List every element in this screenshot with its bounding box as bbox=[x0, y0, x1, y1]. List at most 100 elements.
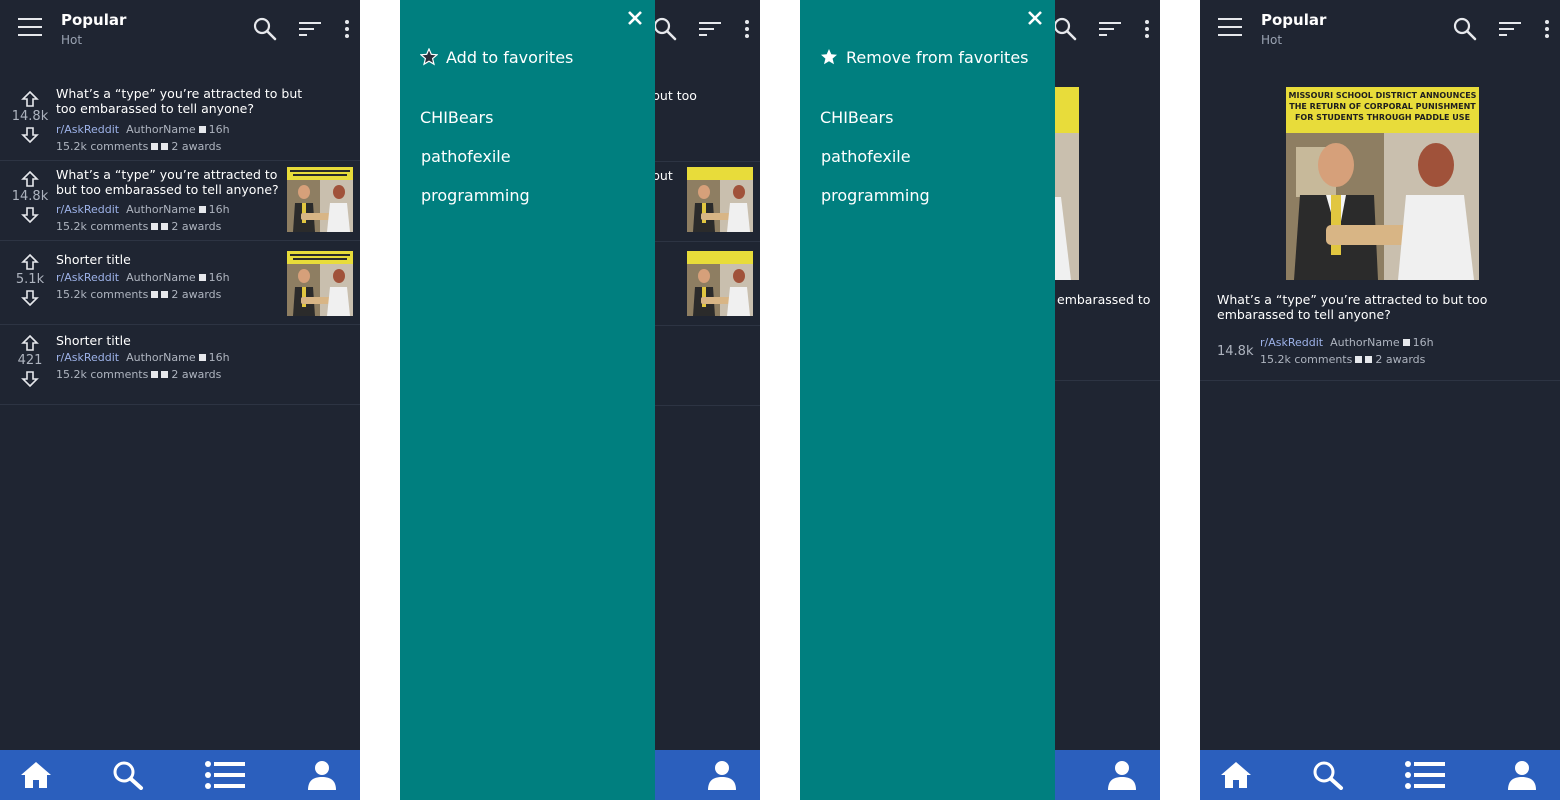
comment-count[interactable]: 15.2k comments bbox=[56, 288, 148, 301]
search-icon[interactable] bbox=[1312, 760, 1344, 790]
post-age: 16h bbox=[208, 203, 230, 216]
hamburger-menu-icon[interactable] bbox=[18, 18, 42, 38]
hamburger-menu-icon[interactable] bbox=[1218, 18, 1242, 38]
search-icon[interactable] bbox=[652, 16, 678, 42]
post-meta: r/AskReddit AuthorName 16h bbox=[56, 123, 230, 136]
post-title[interactable]: What’s a “type” you’re attracted to but … bbox=[1217, 292, 1552, 322]
author-name[interactable]: AuthorName bbox=[1330, 336, 1400, 349]
post-thumbnail[interactable] bbox=[287, 167, 353, 232]
post-stats: 15.2k comments 2 awards bbox=[56, 288, 221, 301]
downvote-icon[interactable] bbox=[21, 206, 39, 224]
post-item[interactable]: 5.1k Shorter title r/AskReddit AuthorNam… bbox=[0, 241, 360, 325]
more-options-icon[interactable] bbox=[1140, 16, 1154, 42]
subreddit-link[interactable]: r/AskReddit bbox=[1260, 336, 1323, 349]
divider bbox=[1200, 380, 1560, 381]
more-options-icon[interactable] bbox=[740, 16, 754, 42]
remove-from-favorites-button[interactable]: Remove from favorites bbox=[820, 48, 1029, 67]
post-score: 5.1k bbox=[15, 272, 45, 287]
drawer-remove-screen: embarassed to Remove from favorites CHIB… bbox=[800, 0, 1160, 800]
search-icon[interactable] bbox=[1052, 16, 1078, 42]
sort-icon[interactable] bbox=[297, 16, 323, 42]
award-count: 2 awards bbox=[171, 288, 222, 301]
list-icon[interactable] bbox=[1404, 760, 1446, 790]
comment-count[interactable]: 15.2k comments bbox=[56, 140, 148, 153]
post-title-fragment: but too bbox=[652, 88, 697, 103]
home-icon[interactable] bbox=[20, 760, 52, 790]
profile-icon[interactable] bbox=[1106, 760, 1138, 790]
comment-count[interactable]: 15.2k comments bbox=[56, 368, 148, 381]
search-icon[interactable] bbox=[1452, 16, 1478, 42]
post-meta: r/AskReddit AuthorName 16h bbox=[56, 271, 230, 284]
vote-control: 5.1k bbox=[8, 253, 52, 307]
drawer-item-chibears[interactable]: CHIBears bbox=[420, 108, 493, 127]
downvote-icon[interactable] bbox=[21, 370, 39, 388]
post-title-fragment: embarassed to bbox=[1057, 292, 1151, 307]
post-item[interactable]: 421 Shorter title r/AskReddit AuthorName… bbox=[0, 325, 360, 405]
drawer-add-screen: but too but Add to favorites CHIBears pa… bbox=[400, 0, 760, 800]
drawer-item-chibears[interactable]: CHIBears bbox=[820, 108, 893, 127]
sort-icon[interactable] bbox=[1497, 16, 1523, 42]
sort-icon[interactable] bbox=[697, 16, 723, 42]
search-icon[interactable] bbox=[252, 16, 278, 42]
add-to-favorites-button[interactable]: Add to favorites bbox=[419, 47, 573, 67]
award-count: 2 awards bbox=[171, 140, 222, 153]
thumbnail-image bbox=[687, 251, 753, 316]
post-item[interactable]: 14.8k What’s a “type” you’re attracted t… bbox=[0, 161, 360, 241]
downvote-icon[interactable] bbox=[21, 289, 39, 307]
post-thumbnail[interactable] bbox=[687, 167, 753, 232]
star-outline-icon bbox=[419, 47, 439, 66]
subreddit-drawer: Add to favorites CHIBears pathofexile pr… bbox=[400, 0, 655, 800]
page-title: Popular bbox=[1261, 11, 1327, 29]
post-item[interactable]: 14.8k What’s a “type” you’re attracted t… bbox=[0, 80, 360, 161]
profile-icon[interactable] bbox=[1506, 760, 1538, 790]
post-title[interactable]: What’s a “type” you’re attracted to but … bbox=[56, 86, 316, 116]
drawer-item-programming[interactable]: programming bbox=[421, 186, 530, 205]
post-title[interactable]: Shorter title bbox=[56, 333, 281, 348]
post-title[interactable]: What’s a “type” you’re attracted to but … bbox=[56, 167, 281, 197]
drawer-item-programming[interactable]: programming bbox=[821, 186, 930, 205]
profile-icon[interactable] bbox=[306, 760, 338, 790]
post-image[interactable]: MISSOURI SCHOOL DISTRICT ANNOUNCES THE R… bbox=[1286, 87, 1479, 280]
upvote-icon[interactable] bbox=[21, 253, 39, 271]
post-title[interactable]: Shorter title bbox=[56, 252, 281, 267]
profile-icon[interactable] bbox=[706, 760, 738, 790]
post-detail-screen: Popular Hot MISSOURI SCHOOL DISTRICT ANN… bbox=[1200, 0, 1560, 800]
comment-count[interactable]: 15.2k comments bbox=[1260, 353, 1352, 366]
post-thumbnail[interactable] bbox=[287, 251, 353, 316]
feed-screen: Popular Hot 14.8k What’s a “type” you’re… bbox=[0, 0, 360, 800]
subreddit-link[interactable]: r/AskReddit bbox=[56, 123, 119, 136]
comment-count[interactable]: 15.2k comments bbox=[56, 220, 148, 233]
more-options-icon[interactable] bbox=[340, 16, 354, 42]
search-icon[interactable] bbox=[112, 760, 144, 790]
downvote-icon[interactable] bbox=[21, 126, 39, 144]
award-count: 2 awards bbox=[171, 368, 222, 381]
close-icon[interactable] bbox=[626, 9, 644, 27]
author-name[interactable]: AuthorName bbox=[126, 271, 196, 284]
post-score: 14.8k bbox=[11, 189, 49, 204]
sort-label: Hot bbox=[61, 33, 83, 47]
author-name[interactable]: AuthorName bbox=[126, 351, 196, 364]
vote-control: 14.8k bbox=[8, 170, 52, 224]
home-icon[interactable] bbox=[1220, 760, 1252, 790]
post-age: 16h bbox=[1412, 336, 1434, 349]
sort-icon[interactable] bbox=[1097, 16, 1123, 42]
post-stats: 15.2k comments 2 awards bbox=[56, 140, 221, 153]
app-bar: Popular Hot bbox=[0, 0, 360, 60]
upvote-icon[interactable] bbox=[21, 334, 39, 352]
subreddit-link[interactable]: r/AskReddit bbox=[56, 271, 119, 284]
upvote-icon[interactable] bbox=[21, 170, 39, 188]
subreddit-link[interactable]: r/AskReddit bbox=[56, 351, 119, 364]
author-name[interactable]: AuthorName bbox=[126, 203, 196, 216]
drawer-item-pathofexile[interactable]: pathofexile bbox=[421, 147, 511, 166]
close-icon[interactable] bbox=[1026, 9, 1044, 27]
author-name[interactable]: AuthorName bbox=[126, 123, 196, 136]
subreddit-link[interactable]: r/AskReddit bbox=[56, 203, 119, 216]
more-options-icon[interactable] bbox=[1540, 16, 1554, 42]
list-icon[interactable] bbox=[204, 760, 246, 790]
thumbnail-image bbox=[287, 251, 353, 316]
post-thumbnail[interactable] bbox=[687, 251, 753, 316]
favorite-action-label: Remove from favorites bbox=[846, 48, 1029, 67]
drawer-item-pathofexile[interactable]: pathofexile bbox=[821, 147, 911, 166]
thumbnail-image bbox=[687, 167, 753, 232]
upvote-icon[interactable] bbox=[21, 90, 39, 108]
